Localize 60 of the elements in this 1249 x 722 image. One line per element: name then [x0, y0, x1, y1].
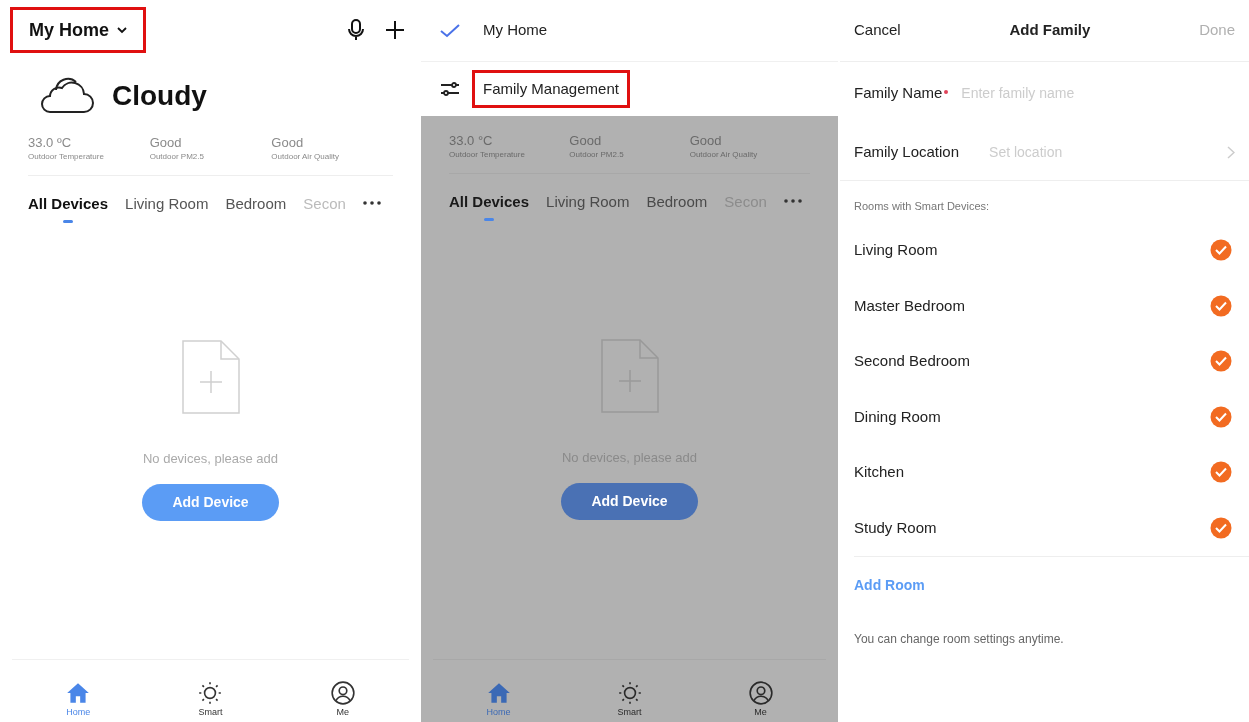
user-icon [329, 680, 356, 706]
microphone-icon[interactable] [347, 19, 365, 41]
tab-indicator [484, 217, 494, 221]
stat-value: Good [569, 133, 603, 149]
room-name: Kitchen [854, 462, 905, 482]
room-tab[interactable]: Living Room [125, 193, 209, 216]
tab-indicator [63, 219, 73, 223]
room-name: Dining Room [854, 406, 941, 427]
room-tab[interactable]: All Devices [28, 193, 109, 216]
screen-title: Add Family [1009, 20, 1091, 41]
room-tab[interactable]: Bedroom [225, 193, 287, 216]
checkbox[interactable] [1210, 405, 1232, 428]
stat-label: Outdoor PM2.5 [569, 149, 625, 161]
room-tab[interactable]: Living Room [546, 191, 630, 214]
stat-value: Good [689, 133, 723, 149]
stat-value: Good [149, 135, 183, 151]
tab-bar-item[interactable]: Me [307, 680, 378, 718]
more-icon[interactable] [362, 201, 381, 205]
menu-item[interactable]: Family Management [472, 70, 630, 108]
home-selector[interactable]: My Home [10, 7, 146, 53]
tab-bar-item[interactable]: Me [725, 680, 796, 718]
stat-value: 33.0 °C [449, 133, 494, 149]
chevron-down-icon [117, 26, 127, 34]
checkbox[interactable] [1210, 239, 1232, 262]
tab-bar-item[interactable]: Smart [175, 680, 246, 718]
menu-item[interactable]: My Home [472, 11, 559, 50]
empty-message: No devices, please add [142, 449, 279, 468]
checkbox[interactable] [1210, 294, 1232, 317]
room-name: Master Bedroom [854, 295, 965, 316]
cancel-button[interactable]: Cancel [854, 19, 901, 42]
tab-bar-item[interactable]: Home [43, 680, 114, 718]
checkbox[interactable] [1210, 516, 1232, 539]
plus-icon[interactable] [385, 20, 405, 40]
section-header: Rooms with Smart Devices: [853, 199, 991, 214]
chevron-right-icon [1227, 145, 1235, 159]
weather-condition: Cloudy [112, 79, 207, 113]
stat-label: Outdoor PM2.5 [149, 151, 205, 163]
hint-text: You can change room settings anytime. [853, 630, 1065, 648]
stat-value: 33.0 ºC [28, 135, 73, 151]
sun-icon [616, 680, 643, 706]
checkbox[interactable] [1210, 350, 1232, 373]
checkbox[interactable] [1210, 461, 1232, 484]
stat-label: Outdoor Air Quality [689, 149, 759, 161]
stat-label: Outdoor Temperature [449, 149, 526, 161]
more-icon[interactable] [783, 199, 802, 203]
sliders-icon [440, 81, 460, 97]
field-label: Family Location [854, 141, 960, 162]
stat-label: Outdoor Temperature [28, 151, 105, 163]
room-name: Living Room [854, 240, 938, 260]
user-icon [747, 680, 774, 706]
room-tab[interactable]: All Devices [449, 191, 530, 214]
tab-bar-item[interactable]: Smart [594, 680, 665, 718]
room-tab[interactable]: Bedroom [646, 191, 708, 214]
stat-value: Good [271, 135, 305, 151]
field-label: Family Name [854, 82, 943, 103]
stat-label: Outdoor Air Quality [271, 151, 340, 163]
add-device-button[interactable]: Add Device [561, 483, 698, 520]
sun-icon [197, 680, 224, 706]
room-name: Study Room [854, 517, 937, 538]
room-name: Second Bedroom [854, 351, 970, 371]
